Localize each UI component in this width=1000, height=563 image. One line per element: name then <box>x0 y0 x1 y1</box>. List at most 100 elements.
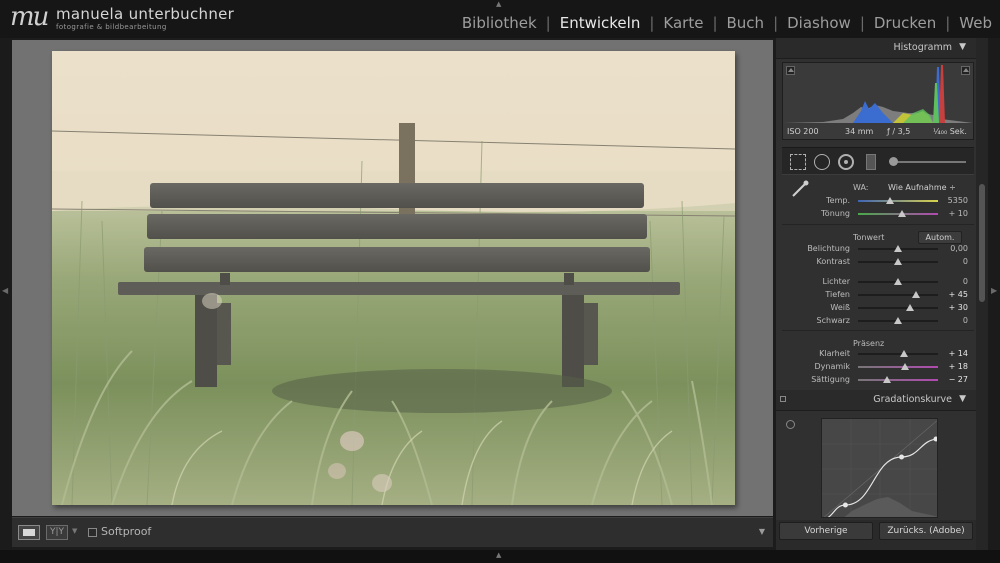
slider-value[interactable]: + 30 <box>934 303 968 312</box>
loupe-preview[interactable] <box>12 40 773 516</box>
tone-curve-panel <box>782 412 974 518</box>
module-separator: | <box>649 14 655 32</box>
slider-thumb[interactable] <box>912 291 920 298</box>
slider-value[interactable]: 5350 <box>934 196 968 205</box>
histogram-graph <box>783 65 973 123</box>
slider-track[interactable] <box>858 353 938 355</box>
slider-track[interactable] <box>858 379 938 381</box>
right-panel-scrollbar[interactable] <box>976 38 988 550</box>
show-filmstrip-icon[interactable]: ▲ <box>496 551 501 559</box>
auto-tone-button[interactable]: Autom. <box>918 231 962 244</box>
slider-track[interactable] <box>858 307 938 309</box>
collapse-right-icon[interactable]: ▶ <box>991 286 997 295</box>
slider-thumb[interactable] <box>906 304 914 311</box>
module-separator: | <box>859 14 865 32</box>
slider-label: Tiefen <box>825 290 850 299</box>
preview-toolbar: Y|Y ▼ Softproof ▼ <box>12 517 773 547</box>
slider-label: Kontrast <box>816 257 850 266</box>
module-diashow[interactable]: Diashow <box>787 14 851 32</box>
adjustment-brush-slider[interactable] <box>889 157 966 166</box>
reset-adobe-button[interactable]: Zurücks. (Adobe) <box>879 522 973 540</box>
tone-curve-title: Gradationskurve <box>873 394 952 405</box>
photo-bench-in-meadow <box>52 51 735 505</box>
softproof-label[interactable]: Softproof <box>101 525 151 538</box>
slider-thumb[interactable] <box>901 363 910 370</box>
wa-preset-select[interactable]: Wie Aufnahme ÷ <box>888 183 956 192</box>
slider-track[interactable] <box>858 294 938 296</box>
targeted-adjustment-icon[interactable] <box>786 420 795 429</box>
spot-removal-icon[interactable] <box>814 154 830 170</box>
module-web[interactable]: Web <box>959 14 992 32</box>
graduated-filter-icon[interactable] <box>866 154 876 170</box>
slider-track[interactable] <box>858 366 938 368</box>
slider-value[interactable]: 0 <box>934 316 968 325</box>
slider-label: Dynamik <box>814 362 850 371</box>
exif-shutter: ¹⁄₄₀₀ Sek. <box>933 127 967 136</box>
slider-value[interactable]: 0 <box>934 277 968 286</box>
slider-value[interactable]: − 27 <box>934 375 968 384</box>
slider-thumb[interactable] <box>883 376 892 383</box>
exif-iso: ISO 200 <box>787 127 819 136</box>
tone-curve-graph[interactable] <box>821 418 938 518</box>
histogram[interactable]: ISO 200 34 mm ƒ / 3,5 ¹⁄₄₀₀ Sek. <box>782 62 974 140</box>
slider-label: Schwarz <box>816 316 850 325</box>
tone-curve-point[interactable] <box>933 436 939 442</box>
previous-settings-button[interactable]: Vorherige <box>779 522 873 540</box>
slider-thumb[interactable] <box>899 350 908 357</box>
slider-value[interactable]: + 14 <box>934 349 968 358</box>
slider-thumb[interactable] <box>894 278 902 285</box>
slider-label: Lichter <box>822 277 851 286</box>
slider-value[interactable]: 0,00 <box>934 244 968 253</box>
red-eye-icon[interactable] <box>838 154 854 170</box>
top-panel-toggle-icon[interactable]: ▲ <box>496 0 501 8</box>
softproof-checkbox[interactable] <box>88 528 97 537</box>
slider-value[interactable]: + 18 <box>934 362 968 371</box>
module-karte[interactable]: Karte <box>663 14 703 32</box>
slider-track[interactable] <box>858 200 938 202</box>
before-after-menu-icon[interactable]: ▼ <box>72 527 77 535</box>
slider-value[interactable]: 0 <box>934 257 968 266</box>
slider-label: Tönung <box>820 209 850 218</box>
slider-value[interactable]: + 10 <box>934 209 968 218</box>
module-buch[interactable]: Buch <box>727 14 765 32</box>
collapse-triangle-icon[interactable]: ▼ <box>959 42 966 52</box>
toolbar-menu-icon[interactable]: ▼ <box>759 527 765 536</box>
module-separator: | <box>945 14 951 32</box>
panel-toggle-icon[interactable] <box>780 396 786 402</box>
right-panel-edge[interactable]: ▶ <box>988 38 1000 550</box>
logo-name: manuela unterbuchner <box>56 5 235 23</box>
tone-curve-header[interactable]: Gradationskurve ▼ <box>776 390 976 411</box>
scrollbar-thumb[interactable] <box>979 184 985 302</box>
tone-curve-plot <box>822 419 939 517</box>
slider-thumb[interactable] <box>894 245 902 252</box>
slider-label: Weiß <box>830 303 850 312</box>
photo-image <box>52 51 735 505</box>
basic-panel: WA: Wie Aufnahme ÷ Tonwert Autom. Präsen… <box>782 178 974 390</box>
loupe-view-icon[interactable] <box>18 525 40 540</box>
histogram-header[interactable]: Histogramm ▼ <box>776 38 976 59</box>
slider-label: Temp. <box>826 196 850 205</box>
tone-curve-point[interactable] <box>842 502 848 508</box>
slider-thumb[interactable] <box>886 197 894 204</box>
module-bibliothek[interactable]: Bibliothek <box>462 14 537 32</box>
crop-tool-icon[interactable] <box>790 154 806 170</box>
module-drucken[interactable]: Drucken <box>874 14 936 32</box>
module-entwickeln[interactable]: Entwickeln <box>560 14 641 32</box>
identity-plate-bar: ▲ mu manuela unterbuchner fotografie & b… <box>0 0 1000 38</box>
module-separator: | <box>545 14 551 32</box>
before-after-button[interactable]: Y|Y <box>46 525 68 540</box>
slider-label: Sättigung <box>811 375 850 384</box>
divider <box>782 330 974 331</box>
module-separator: | <box>773 14 779 32</box>
tone-curve-point[interactable] <box>899 454 905 460</box>
collapse-triangle-icon[interactable]: ▼ <box>959 394 966 404</box>
slider-thumb[interactable] <box>894 258 902 265</box>
filmstrip-edge[interactable]: ▲ <box>0 550 1000 563</box>
slider-label: Belichtung <box>807 244 850 253</box>
slider-thumb[interactable] <box>894 317 902 324</box>
left-panel-edge[interactable]: ◀ <box>0 38 12 550</box>
wa-label: WA: <box>853 183 869 192</box>
slider-thumb[interactable] <box>898 210 906 217</box>
expand-left-icon[interactable]: ◀ <box>2 286 8 295</box>
slider-value[interactable]: + 45 <box>934 290 968 299</box>
